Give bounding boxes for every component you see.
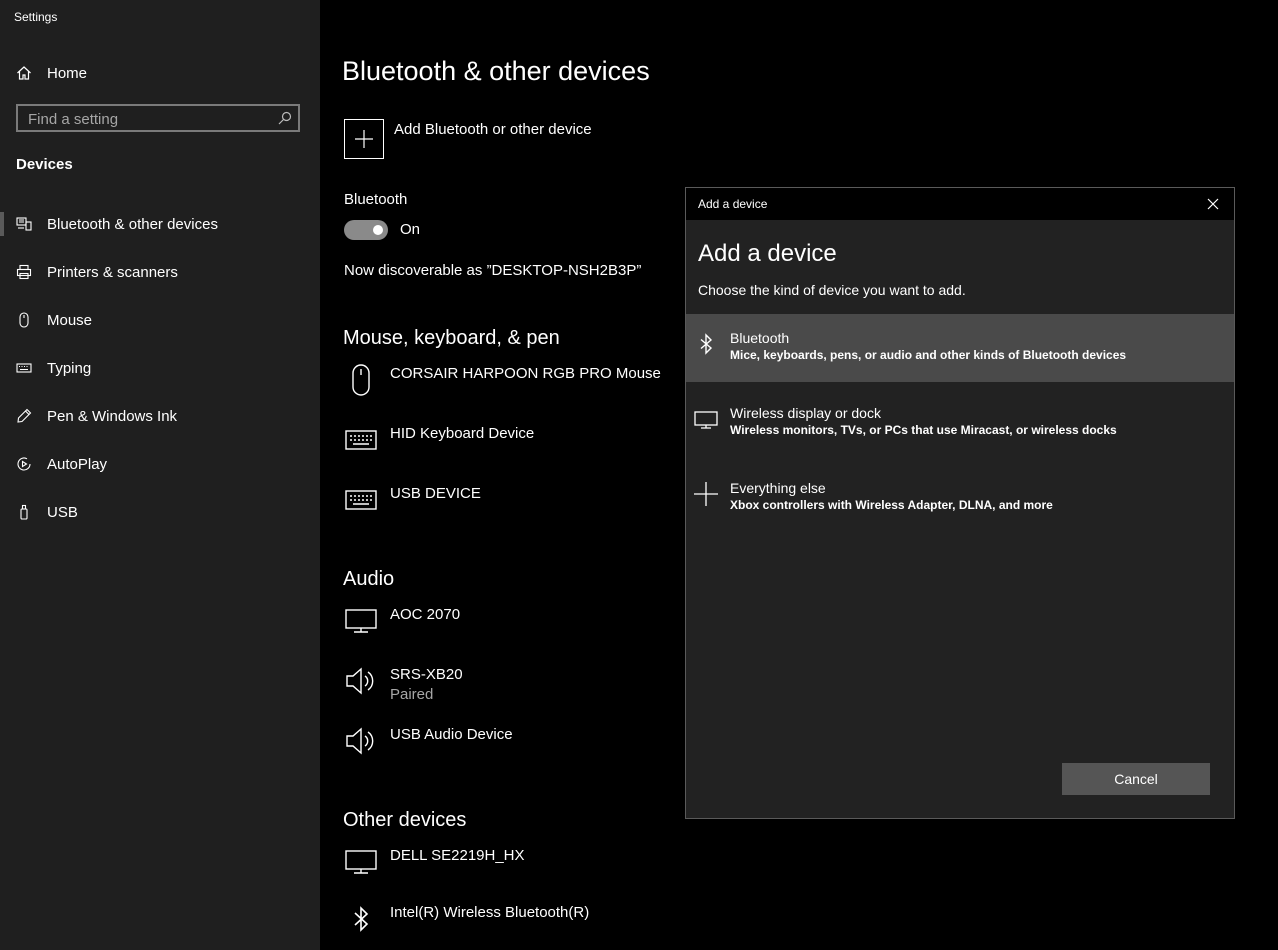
plus-icon — [355, 130, 373, 148]
mouse-icon — [16, 312, 32, 328]
group-title-other: Other devices — [343, 809, 467, 831]
device-status: Paired — [390, 686, 434, 703]
device-name: Intel(R) Wireless Bluetooth(R) — [390, 904, 590, 921]
dialog-titlebar: Add a device — [686, 188, 1234, 220]
printer-icon — [16, 264, 32, 280]
keyboard-icon — [16, 360, 32, 376]
mouse-icon — [344, 363, 378, 397]
group-title-audio: Audio — [343, 568, 395, 590]
device-name: DELL SE2219H_HX — [390, 847, 525, 864]
autoplay-icon — [16, 456, 32, 472]
bluetooth-toggle[interactable] — [344, 220, 388, 240]
sidebar-item-printers[interactable]: Printers & scanners — [0, 252, 320, 292]
plus-icon — [694, 482, 718, 506]
monitor-icon — [344, 604, 378, 638]
search-input[interactable] — [18, 106, 280, 132]
sidebar-item-label: Bluetooth & other devices — [47, 215, 218, 233]
sidebar-item-usb[interactable]: USB — [0, 492, 320, 532]
search-icon[interactable] — [278, 111, 292, 125]
sidebar-item-label: AutoPlay — [47, 455, 108, 473]
add-device-dialog: Add a device Add a device Choose the kin… — [685, 187, 1235, 819]
usb-icon — [16, 504, 32, 520]
option-everything-else[interactable]: Everything else Xbox controllers with Wi… — [686, 464, 1234, 532]
option-title: Everything else — [730, 480, 826, 496]
close-icon[interactable] — [1206, 197, 1220, 211]
monitor-icon — [344, 845, 378, 879]
device-name: AOC 2070 — [390, 606, 461, 623]
pen-icon — [16, 408, 32, 424]
device-name: USB Audio Device — [390, 726, 513, 743]
home-icon — [17, 66, 31, 80]
monitor-icon — [694, 407, 718, 431]
dialog-titlebar-text: Add a device — [698, 197, 768, 211]
toggle-knob — [373, 225, 383, 235]
sidebar-item-label: Mouse — [47, 311, 93, 329]
sidebar-item-mouse[interactable]: Mouse — [0, 300, 320, 340]
add-device-label[interactable]: Add Bluetooth or other device — [394, 121, 592, 138]
option-subtitle: Xbox controllers with Wireless Adapter, … — [730, 498, 1053, 512]
page-title: Bluetooth & other devices — [342, 56, 650, 86]
option-subtitle: Wireless monitors, TVs, or PCs that use … — [730, 423, 1117, 437]
device-name: SRS-XB20 — [390, 666, 463, 683]
cancel-button[interactable]: Cancel — [1062, 763, 1210, 795]
dialog-body: Add a device Choose the kind of device y… — [686, 220, 1234, 818]
device-name: USB DEVICE — [390, 485, 481, 502]
device-name: CORSAIR HARPOON RGB PRO Mouse — [390, 365, 661, 382]
sidebar-item-bluetooth[interactable]: Bluetooth & other devices — [0, 204, 320, 244]
bluetooth-icon — [344, 902, 378, 936]
device-item[interactable]: Intel(R) Wireless Bluetooth(R) — [344, 902, 944, 950]
group-title-mouse: Mouse, keyboard, & pen — [343, 327, 560, 349]
search-box — [16, 104, 300, 132]
dialog-heading: Add a device — [698, 240, 837, 267]
option-title: Wireless display or dock — [730, 405, 881, 421]
speaker-icon — [344, 724, 378, 758]
sidebar-item-label: Typing — [47, 359, 92, 377]
home-link[interactable]: Home — [16, 62, 87, 84]
sidebar: Settings Home Devices Bluetooth & other … — [0, 0, 320, 950]
option-wireless-display[interactable]: Wireless display or dock Wireless monito… — [686, 389, 1234, 457]
bluetooth-icon — [694, 332, 718, 356]
option-title: Bluetooth — [730, 330, 790, 346]
add-device-button[interactable] — [344, 119, 384, 159]
bluetooth-devices-icon — [16, 216, 32, 232]
app-title: Settings — [14, 10, 58, 24]
option-bluetooth[interactable]: Bluetooth Mice, keyboards, pens, or audi… — [686, 314, 1234, 382]
sidebar-item-pen[interactable]: Pen & Windows Ink — [0, 396, 320, 436]
section-devices: Devices — [16, 156, 73, 173]
option-subtitle: Mice, keyboards, pens, or audio and othe… — [730, 348, 1127, 362]
keyboard-icon — [344, 423, 378, 457]
sidebar-item-label: Printers & scanners — [47, 263, 178, 281]
keyboard-icon — [344, 483, 378, 517]
home-label: Home — [47, 64, 88, 82]
sidebar-item-label: USB — [47, 503, 78, 521]
sidebar-item-autoplay[interactable]: AutoPlay — [0, 444, 320, 484]
sidebar-item-typing[interactable]: Typing — [0, 348, 320, 388]
device-name: HID Keyboard Device — [390, 425, 535, 442]
speaker-icon — [344, 664, 378, 698]
bluetooth-label: Bluetooth — [344, 191, 408, 208]
discoverable-text: Now discoverable as ”DESKTOP-NSH2B3P” — [344, 262, 642, 279]
device-item[interactable]: DELL SE2219H_HX — [344, 845, 944, 893]
toggle-state-label: On — [400, 221, 421, 238]
dialog-description: Choose the kind of device you want to ad… — [698, 282, 966, 298]
sidebar-item-label: Pen & Windows Ink — [47, 407, 178, 425]
